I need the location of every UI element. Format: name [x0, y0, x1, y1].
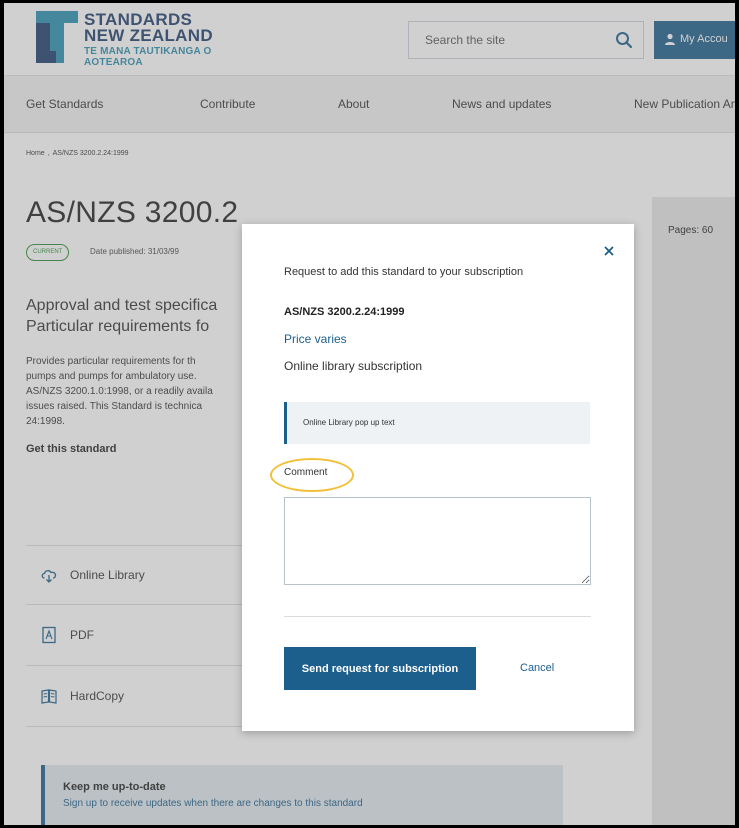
modal-divider [284, 616, 591, 617]
modal-subscription-type: Online library subscription [284, 359, 423, 373]
subscription-request-modal: Request to add this standard to your sub… [242, 224, 634, 731]
send-request-button[interactable]: Send request for subscription [284, 647, 476, 690]
info-box: Online Library pop up text [284, 402, 590, 444]
modal-price: Price varies [284, 332, 347, 346]
browser-viewport: STANDARDS NEW ZEALAND TE MANA TAUTIKANGA… [4, 3, 735, 825]
info-box-text: Online Library pop up text [303, 418, 395, 427]
comment-textarea[interactable] [284, 497, 591, 585]
modal-standard-code: AS/NZS 3200.2.24:1999 [284, 306, 405, 318]
cancel-link[interactable]: Cancel [520, 662, 554, 674]
comment-label: Comment [284, 467, 328, 478]
modal-heading: Request to add this standard to your sub… [284, 266, 524, 278]
close-icon[interactable] [602, 244, 616, 258]
